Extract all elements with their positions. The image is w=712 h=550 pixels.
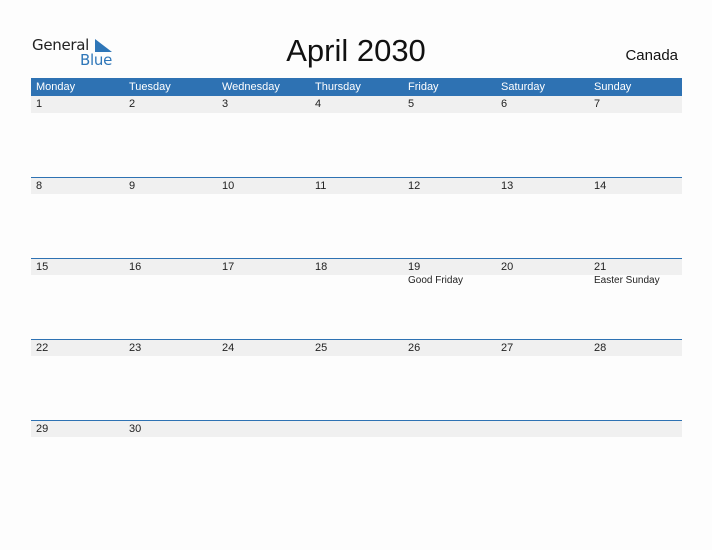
day-cell: 12 [403, 178, 496, 194]
day-number: 15 [36, 261, 49, 273]
week-row: 1 2 3 4 5 6 7 [31, 96, 682, 177]
day-number: 21 [594, 261, 607, 273]
day-number: 30 [129, 423, 142, 435]
calendar-grid: Monday Tuesday Wednesday Thursday Friday… [31, 78, 682, 501]
day-cell: 21 Easter Sunday [589, 259, 682, 286]
week-date-bar: 8 9 10 11 12 13 14 [31, 177, 682, 194]
day-number: 9 [129, 180, 136, 192]
weekday-header: Monday Tuesday Wednesday Thursday Friday… [31, 78, 682, 96]
week-date-bar: 22 23 24 25 26 27 28 [31, 339, 682, 356]
week-date-bar: 29 30 [31, 420, 682, 437]
weekday-monday: Monday [36, 81, 76, 93]
day-cell: 9 [124, 178, 217, 194]
weekday-wednesday: Wednesday [222, 81, 280, 93]
day-cell: 23 [124, 340, 217, 356]
day-cell: 30 [124, 421, 217, 437]
day-number: 3 [222, 98, 229, 110]
day-cell: 4 [310, 96, 403, 113]
day-cell: 19 Good Friday [403, 259, 496, 286]
day-cell: 11 [310, 178, 403, 194]
day-number: 20 [501, 261, 514, 273]
day-cell [310, 421, 403, 437]
day-cell: 3 [217, 96, 310, 113]
weekday-tuesday: Tuesday [129, 81, 171, 93]
day-cell: 18 [310, 259, 403, 275]
day-cell: 7 [589, 96, 682, 113]
day-cell: 15 [31, 259, 124, 275]
day-cell: 28 [589, 340, 682, 356]
day-number: 11 [315, 180, 327, 192]
day-number: 6 [501, 98, 508, 110]
holiday-label: Easter Sunday [594, 275, 660, 286]
day-cell: 22 [31, 340, 124, 356]
week-row: 29 30 [31, 420, 682, 501]
weekday-saturday: Saturday [501, 81, 546, 93]
week-row: 8 9 10 11 12 13 14 [31, 177, 682, 258]
day-number: 19 [408, 261, 421, 273]
weekday-sunday: Sunday [594, 81, 632, 93]
day-cell [217, 421, 310, 437]
week-row: 15 16 17 18 19 Good Friday 20 21 Easter Sunday [31, 258, 682, 339]
day-cell: 26 [403, 340, 496, 356]
day-cell: 20 [496, 259, 589, 275]
day-number: 10 [222, 180, 235, 192]
day-number: 5 [408, 98, 415, 110]
day-number: 26 [408, 342, 421, 354]
page-title: April 2030 [286, 33, 426, 68]
day-cell: 17 [217, 259, 310, 275]
day-cell: 16 [124, 259, 217, 275]
day-cell: 10 [217, 178, 310, 194]
day-cell [496, 421, 589, 437]
day-number: 23 [129, 342, 142, 354]
week-date-bar: 1 2 3 4 5 6 7 [31, 96, 682, 113]
day-number: 13 [501, 180, 514, 192]
day-number: 22 [36, 342, 49, 354]
day-number: 29 [36, 423, 49, 435]
day-cell: 25 [310, 340, 403, 356]
day-cell: 6 [496, 96, 589, 113]
day-number: 25 [315, 342, 328, 354]
day-number: 12 [408, 180, 421, 192]
week-row: 22 23 24 25 26 27 28 [31, 339, 682, 420]
day-cell [589, 421, 682, 437]
day-number: 17 [222, 261, 235, 273]
day-cell: 29 [31, 421, 124, 437]
day-cell: 1 [31, 96, 124, 113]
day-number: 14 [594, 180, 607, 192]
day-cell: 14 [589, 178, 682, 194]
weekday-thursday: Thursday [315, 81, 361, 93]
week-date-bar: 15 16 17 18 19 Good Friday 20 21 Easter Sunday [31, 258, 682, 286]
day-cell [403, 421, 496, 437]
day-number: 1 [36, 98, 43, 110]
day-number: 24 [222, 342, 235, 354]
day-cell: 24 [217, 340, 310, 356]
day-number: 16 [129, 261, 142, 273]
day-cell: 27 [496, 340, 589, 356]
day-number: 8 [36, 180, 43, 192]
holiday-label: Good Friday [408, 275, 464, 286]
day-number: 28 [594, 342, 607, 354]
day-number: 4 [315, 98, 322, 110]
day-number: 2 [129, 98, 136, 110]
day-number: 7 [594, 98, 601, 110]
weekday-friday: Friday [408, 81, 439, 93]
day-cell: 5 [403, 96, 496, 113]
country-label: Canada [625, 47, 678, 64]
day-cell: 13 [496, 178, 589, 194]
day-number: 18 [315, 261, 328, 273]
day-number: 27 [501, 342, 514, 354]
day-cell: 2 [124, 96, 217, 113]
day-cell: 8 [31, 178, 124, 194]
